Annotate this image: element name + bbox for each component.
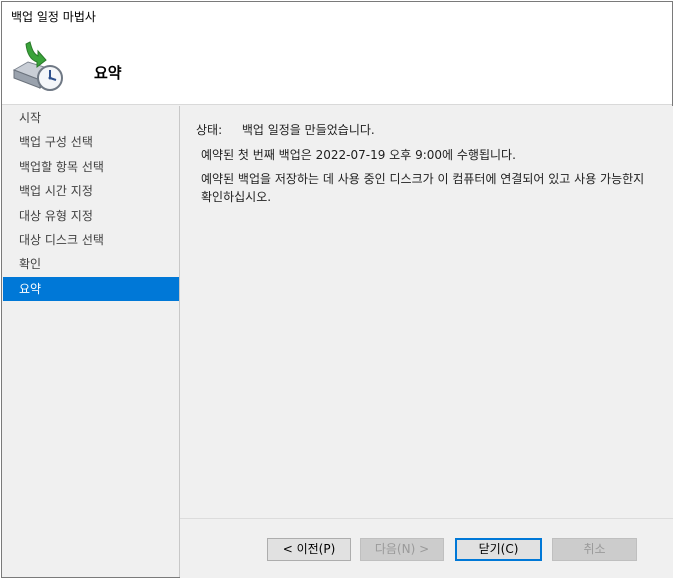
sidebar-item-start[interactable]: 시작: [3, 106, 179, 130]
close-button[interactable]: 닫기(C): [455, 538, 542, 561]
sidebar-item-confirmation[interactable]: 확인: [3, 252, 179, 276]
disk-connection-message: 예약된 백업을 저장하는 데 사용 중인 디스크가 이 컴퓨터에 연결되어 있고…: [201, 172, 645, 204]
sidebar-item-summary[interactable]: 요약: [3, 276, 179, 302]
previous-button[interactable]: < 이전(P): [267, 538, 351, 561]
sidebar-item-select-items[interactable]: 백업할 항목 선택: [3, 155, 179, 179]
wizard-steps-sidebar: 시작 백업 구성 선택 백업할 항목 선택 백업 시간 지정 대상 유형 지정 …: [3, 106, 180, 577]
sidebar-item-destination-type[interactable]: 대상 유형 지정: [3, 204, 179, 228]
backup-schedule-icon: [12, 41, 63, 91]
sidebar-item-backup-time[interactable]: 백업 시간 지정: [3, 179, 179, 203]
wizard-button-bar: < 이전(P) 다음(N) > 닫기(C) 취소: [180, 518, 673, 578]
summary-content: 상태: 백업 일정을 만들었습니다. 예약된 첫 번째 백업은 2022-07-…: [180, 106, 673, 518]
sidebar-item-backup-configuration[interactable]: 백업 구성 선택: [3, 130, 179, 154]
wizard-header: 요약: [2, 32, 672, 105]
window-title: 백업 일정 마법사: [2, 2, 672, 32]
first-backup-message: 예약된 첫 번째 백업은 2022-07-19 오후 9:00에 수행됩니다.: [201, 148, 516, 162]
status-line: 상태: 백업 일정을 만들었습니다.: [196, 121, 375, 138]
sidebar-item-destination-disk[interactable]: 대상 디스크 선택: [3, 228, 179, 252]
cancel-button[interactable]: 취소: [552, 538, 637, 561]
backup-schedule-wizard-window: 백업 일정 마법사 요약 시작 백업 구성 선택 백업할 항목 선택 백업 시간…: [1, 1, 673, 578]
page-title: 요약: [94, 64, 122, 82]
status-value: 백업 일정을 만들었습니다.: [241, 123, 375, 137]
status-label: 상태:: [196, 123, 223, 137]
next-button[interactable]: 다음(N) >: [360, 538, 444, 561]
